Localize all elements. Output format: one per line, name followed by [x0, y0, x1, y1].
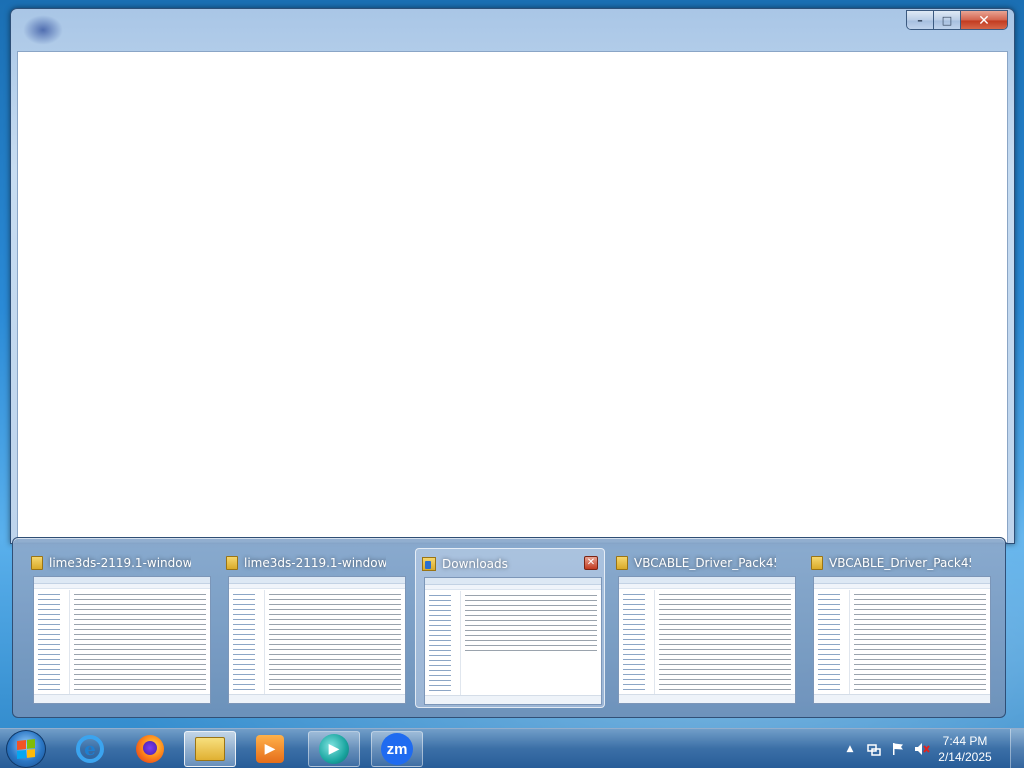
- taskbar-windows-explorer[interactable]: [184, 731, 236, 767]
- thumbnail-window-1[interactable]: lime3ds-2119.1-windows-m...: [25, 548, 215, 708]
- thumbnail-close-button[interactable]: ✕: [584, 556, 598, 570]
- thumbnail-title-bar: VBCABLE_Driver_Pack45: [811, 554, 971, 572]
- thumbnail-preview[interactable]: [228, 576, 406, 704]
- window-content-area: [17, 51, 1008, 543]
- thumbnail-preview[interactable]: [424, 577, 602, 705]
- downloads-folder-icon: [422, 557, 436, 571]
- media-player-icon: ▶: [256, 735, 284, 763]
- taskbar-internet-explorer[interactable]: e: [64, 731, 116, 767]
- thumbnail-title-bar: lime3ds-2119.1-windows-m...: [31, 554, 191, 572]
- thumbnail-title-bar: VBCABLE_Driver_Pack45: [616, 554, 776, 572]
- thumbnail-preview[interactable]: [618, 576, 796, 704]
- thumbnail-title: VBCABLE_Driver_Pack45: [634, 556, 776, 570]
- close-button[interactable]: ✕: [961, 11, 1007, 29]
- thumbnail-title: lime3ds-2119.1-windows-m...: [49, 556, 191, 570]
- folder-icon: [226, 556, 238, 570]
- network-icon[interactable]: [866, 741, 882, 757]
- thumbnail-title: lime3ds-2119.1-windows-m...: [244, 556, 386, 570]
- folder-icon: [616, 556, 628, 570]
- caption-buttons: – □ ✕: [906, 10, 1008, 30]
- thumbnail-title-bar: Downloads: [422, 555, 580, 573]
- zoom-icon: zm: [381, 733, 413, 765]
- thumbnail-window-5[interactable]: VBCABLE_Driver_Pack45: [805, 548, 995, 708]
- window-app-icon: [23, 15, 63, 45]
- thumbnail-window-3[interactable]: Downloads ✕: [415, 548, 605, 708]
- folder-icon: [811, 556, 823, 570]
- taskbar-thumbnail-strip: lime3ds-2119.1-windows-m... lime3ds-2119…: [12, 537, 1006, 718]
- folder-icon: [195, 737, 225, 761]
- clock-time: 7:44 PM: [942, 734, 988, 748]
- taskbar-media-player[interactable]: ▶: [244, 731, 296, 767]
- thumbnail-window-2[interactable]: lime3ds-2119.1-windows-m...: [220, 548, 410, 708]
- show-hidden-icons-button[interactable]: ▲: [842, 741, 858, 757]
- folder-icon: [31, 556, 43, 570]
- thumbnail-preview[interactable]: [813, 576, 991, 704]
- system-clock[interactable]: 7:44 PM 2/14/2025: [930, 733, 1000, 765]
- minimize-button[interactable]: –: [907, 11, 934, 29]
- taskbar: e ▶ ▶ zm ▲ 7:44 PM 2/14/2025: [0, 728, 1024, 768]
- firefox-icon: [136, 735, 164, 763]
- taskbar-firefox[interactable]: [124, 731, 176, 767]
- media-app-icon: ▶: [319, 734, 349, 764]
- taskbar-media-app[interactable]: ▶: [308, 731, 360, 767]
- thumbnail-title-bar: lime3ds-2119.1-windows-m...: [226, 554, 386, 572]
- thumbnail-title: VBCABLE_Driver_Pack45: [829, 556, 971, 570]
- thumbnail-title: Downloads: [442, 557, 508, 571]
- clock-date: 2/14/2025: [938, 750, 992, 764]
- windows-logo-icon: [17, 739, 35, 759]
- taskbar-zoom[interactable]: zm: [371, 731, 423, 767]
- maximize-button[interactable]: □: [934, 11, 961, 29]
- thumbnail-window-4[interactable]: VBCABLE_Driver_Pack45: [610, 548, 800, 708]
- action-center-flag-icon[interactable]: [890, 741, 906, 757]
- show-desktop-button[interactable]: [1010, 729, 1024, 768]
- start-button[interactable]: [6, 730, 46, 768]
- thumbnail-preview[interactable]: [33, 576, 211, 704]
- volume-muted-icon[interactable]: [914, 741, 930, 757]
- app-window[interactable]: – □ ✕: [10, 8, 1015, 544]
- internet-explorer-icon: e: [76, 735, 104, 763]
